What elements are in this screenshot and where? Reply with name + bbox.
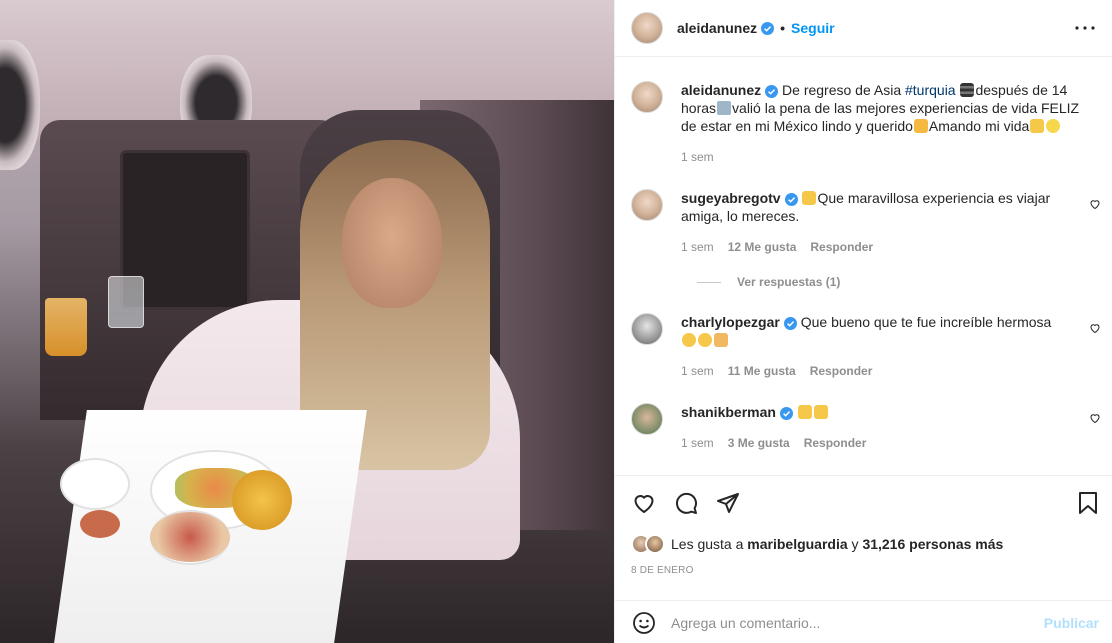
- comment-likes[interactable]: 11 Me gusta: [728, 364, 796, 378]
- post-side-panel: aleidanunez • Seguir aleidanunez De regr…: [614, 0, 1112, 643]
- verified-icon: [765, 84, 779, 98]
- liker-avatar[interactable]: [645, 534, 665, 554]
- verified-icon: [779, 406, 793, 420]
- bookmark-icon[interactable]: [1075, 490, 1101, 516]
- clapping-emoji-icon: [797, 405, 812, 419]
- more-icon[interactable]: [1073, 16, 1097, 40]
- verified-icon: [784, 192, 798, 206]
- comment-meta: 1 sem 12 Me gusta Responder: [681, 240, 873, 254]
- follow-button[interactable]: Seguir: [791, 20, 835, 36]
- raised-hands-emoji-icon: [802, 191, 817, 205]
- comment-text: charlylopezgar Que bueno que te fue incr…: [681, 313, 1081, 349]
- comment-username[interactable]: shanikberman: [681, 404, 776, 420]
- juice-glass: [45, 298, 87, 356]
- hashtag-link[interactable]: #turquia: [905, 82, 956, 98]
- comment-username[interactable]: sugeyabregotv: [681, 190, 781, 206]
- separator-dot: •: [780, 20, 786, 36]
- post-actions: Les gusta a maribelguardia y 31,216 pers…: [615, 475, 1112, 643]
- post-photo[interactable]: [0, 0, 614, 643]
- water-glass: [108, 276, 144, 328]
- comments-list[interactable]: aleidanunez De regreso de Asia #turquia …: [615, 57, 1112, 475]
- woman-face: [342, 178, 442, 308]
- comment-text: sugeyabregotv Que maravillosa experienci…: [681, 190, 1051, 224]
- verified-icon: [783, 316, 797, 330]
- likes-count[interactable]: 31,216 personas más: [862, 536, 1003, 552]
- avatar[interactable]: [631, 313, 663, 345]
- caption-username[interactable]: aleidanunez: [681, 82, 761, 98]
- airplane-emoji-icon: [717, 101, 732, 115]
- liker-username[interactable]: maribelguardia: [747, 536, 847, 552]
- comment-time[interactable]: 1 sem: [681, 436, 714, 450]
- comment-row: sugeyabregotv Que maravillosa experienci…: [631, 189, 1081, 225]
- like-comment-heart-icon[interactable]: [1089, 322, 1101, 334]
- comment-time[interactable]: 1 sem: [681, 364, 714, 378]
- add-comment-bar: Publicar: [615, 600, 1112, 643]
- comment-row: shanikberman: [631, 403, 1081, 435]
- post-header: aleidanunez • Seguir: [615, 0, 1112, 57]
- comment-meta: 1 sem 11 Me gusta Responder: [681, 364, 872, 378]
- avatar[interactable]: [631, 81, 663, 113]
- food: [232, 470, 292, 530]
- comment-input[interactable]: [671, 614, 1031, 631]
- sparkles-emoji-icon: [1046, 119, 1061, 133]
- comment-likes[interactable]: 12 Me gusta: [728, 240, 797, 254]
- food-bowl: [150, 512, 230, 562]
- comment-meta: 1 sem 3 Me gusta Responder: [681, 436, 866, 450]
- post-modal: aleidanunez • Seguir aleidanunez De regr…: [0, 0, 1112, 643]
- pray-emoji-icon: [714, 333, 728, 347]
- caption-meta: 1 sem: [681, 150, 714, 164]
- raised-hands-emoji-icon: [1030, 119, 1045, 133]
- avatar[interactable]: [631, 189, 663, 221]
- reply-button[interactable]: Responder: [804, 436, 867, 450]
- caption-row: aleidanunez De regreso de Asia #turquia …: [631, 81, 1081, 135]
- likes-text: Les gusta a maribelguardia y 31,216 pers…: [671, 536, 1004, 552]
- verified-icon: [761, 21, 775, 35]
- reply-button[interactable]: Responder: [810, 364, 873, 378]
- meal-plate: [60, 458, 130, 510]
- post-date[interactable]: 8 DE ENERO: [631, 565, 694, 576]
- comment-username[interactable]: charlylopezgar: [681, 314, 780, 330]
- heart-icon[interactable]: [631, 490, 657, 516]
- kiss-emoji-icon: [682, 333, 696, 347]
- food: [80, 510, 120, 538]
- avatar[interactable]: [631, 12, 663, 44]
- comment-icon[interactable]: [673, 490, 699, 516]
- view-replies-button[interactable]: Ver respuestas (1): [697, 275, 840, 289]
- comment-likes[interactable]: 3 Me gusta: [728, 436, 790, 450]
- like-comment-heart-icon[interactable]: [1089, 198, 1101, 210]
- author-username[interactable]: aleidanunez: [677, 20, 757, 36]
- caption-time[interactable]: 1 sem: [681, 150, 714, 164]
- clapping-emoji-icon: [813, 405, 828, 419]
- likes-summary[interactable]: Les gusta a maribelguardia y 31,216 pers…: [631, 534, 1003, 554]
- avatar[interactable]: [631, 403, 663, 435]
- share-icon[interactable]: [715, 490, 741, 516]
- caption-text: aleidanunez De regreso de Asia #turquia …: [681, 82, 1080, 134]
- emoji-icon[interactable]: [631, 610, 657, 636]
- flag-emoji-icon: [960, 83, 975, 97]
- replies-line: [697, 281, 721, 283]
- comment-time[interactable]: 1 sem: [681, 240, 714, 254]
- comment-text: shanikberman: [681, 403, 1081, 435]
- comment-row: charlylopezgar Que bueno que te fue incr…: [631, 313, 1081, 349]
- party-emoji-icon: [913, 119, 928, 133]
- publish-button[interactable]: Publicar: [1044, 615, 1099, 631]
- action-icons: [631, 490, 741, 516]
- reply-button[interactable]: Responder: [810, 240, 873, 254]
- kiss-emoji-icon: [698, 333, 712, 347]
- like-comment-heart-icon[interactable]: [1089, 412, 1101, 424]
